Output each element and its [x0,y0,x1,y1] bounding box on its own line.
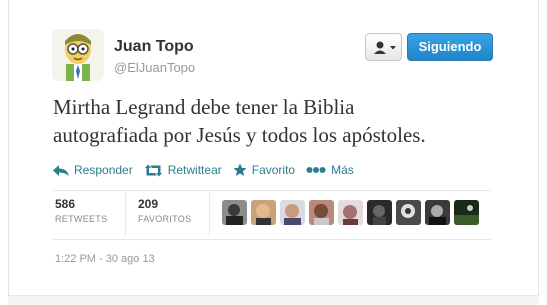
user-dropdown-icon [374,41,396,54]
favorites-stat[interactable]: 209 FAVORITOS [138,197,191,224]
favoriter-avatar[interactable] [454,200,479,225]
more-dots-icon [306,167,326,173]
favoriter-avatar[interactable] [338,200,363,225]
favoriter-avatar[interactable] [396,200,421,225]
favorites-count: 209 [138,197,159,211]
tweet-text-line-2: autografiada por Jesús y todos los apóst… [53,123,426,147]
user-handle[interactable]: @ElJuanTopo [114,60,195,75]
favoriter-avatars [222,200,483,225]
stats-divider-bottom [53,239,491,240]
favoriter-avatar[interactable] [280,200,305,225]
retweet-icon [144,164,162,176]
tweet-text: Mirtha Legrand debe tener la Biblia auto… [53,93,513,149]
retweet-button[interactable]: Retwittear [144,163,222,177]
favorites-label: FAVORITOS [138,214,192,224]
favorite-button[interactable]: Favorito [233,163,295,177]
user-avatar[interactable] [52,29,104,81]
tweet-timestamp[interactable]: 1:22 PM - 30 ago 13 [55,253,155,265]
retweets-count: 586 [55,197,76,211]
more-label: Más [331,163,354,177]
user-name[interactable]: Juan Topo [114,38,194,56]
stats-separator [125,192,126,237]
retweet-label: Retwittear [167,163,222,177]
retweets-stat[interactable]: 586 RETWEETS [55,197,107,224]
favoriter-avatar[interactable] [309,200,334,225]
favoriter-avatar[interactable] [367,200,392,225]
stats-divider-top [53,190,491,191]
user-actions-dropdown-button[interactable] [365,33,402,61]
stats-separator-2 [209,192,210,237]
more-button[interactable]: Más [306,163,354,177]
favorite-label: Favorito [251,163,296,177]
card-footer-strip [8,295,539,305]
favoriter-avatar[interactable] [425,200,450,225]
reply-button[interactable]: Responder [53,163,133,177]
following-button[interactable]: Siguiendo [407,33,493,61]
favoriter-avatar[interactable] [222,200,247,225]
retweets-label: RETWEETS [55,214,108,224]
reply-arrow-icon [53,164,69,176]
favoriter-avatar[interactable] [251,200,276,225]
tweet-text-line-1: Mirtha Legrand debe tener la Biblia [53,95,355,119]
star-icon [233,163,247,176]
reply-label: Responder [74,163,133,177]
tweet-actions: Responder Retwittear Favorito Más [53,161,365,179]
